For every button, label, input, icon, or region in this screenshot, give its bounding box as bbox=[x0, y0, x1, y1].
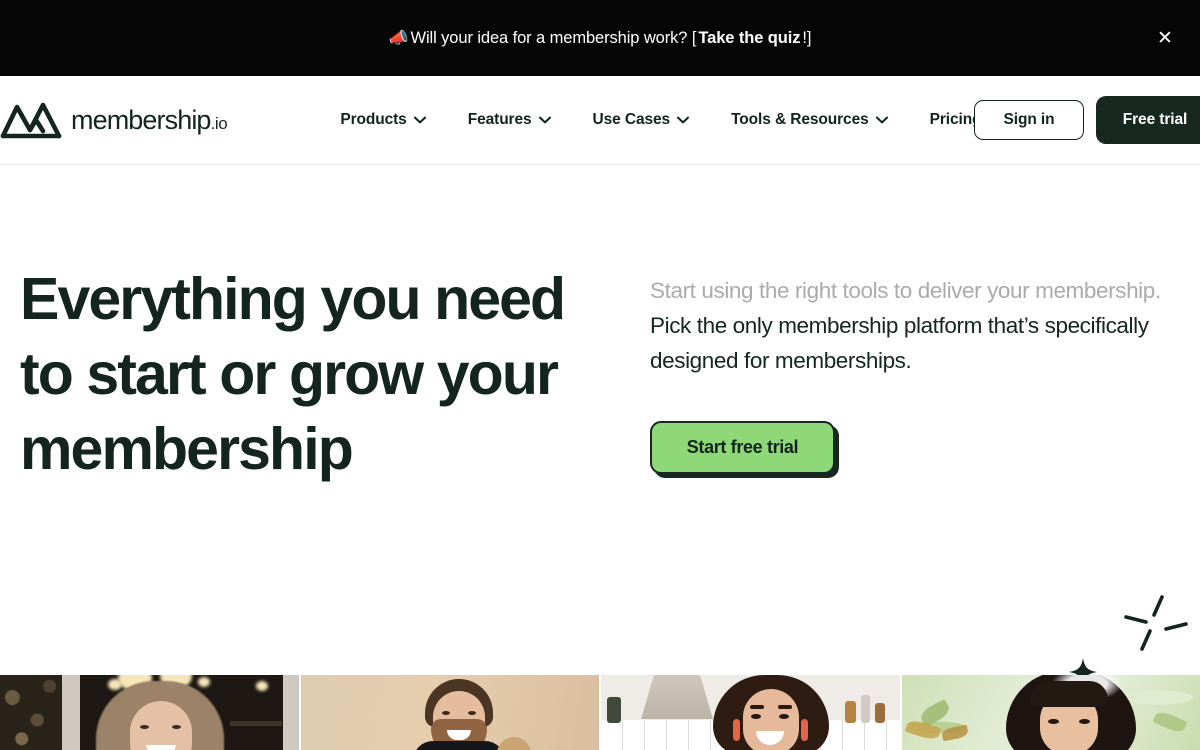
customer-photo-1 bbox=[0, 675, 299, 750]
photo-shelf bbox=[230, 721, 282, 726]
hero-left-column: Everything you need to start or grow you… bbox=[20, 262, 598, 487]
photo-jar bbox=[607, 697, 621, 723]
photo-eyebrow bbox=[750, 705, 764, 709]
photo-smile bbox=[146, 745, 176, 750]
announcement-message-tail: !] bbox=[802, 28, 812, 47]
chevron-down-icon bbox=[413, 116, 426, 124]
hero-subtitle-strong: Pick the only membership platform that’s… bbox=[650, 313, 1149, 373]
photo-eye bbox=[1047, 719, 1059, 724]
sign-in-button[interactable]: Sign in bbox=[974, 100, 1084, 140]
brand-logo-link[interactable]: membership.io bbox=[0, 99, 228, 141]
chevron-down-icon bbox=[538, 116, 551, 124]
photo-doorframe bbox=[62, 675, 80, 750]
hero-section: Everything you need to start or grow you… bbox=[0, 165, 1200, 686]
photo-jar bbox=[861, 695, 870, 723]
photo-eye bbox=[140, 725, 149, 729]
page-title: Everything you need to start or grow you… bbox=[20, 266, 566, 482]
nav-item-products[interactable]: Products bbox=[319, 111, 446, 129]
customer-photo-2 bbox=[300, 675, 599, 750]
photo-earring bbox=[801, 719, 808, 741]
chevron-down-icon bbox=[677, 116, 690, 124]
close-icon[interactable]: ✕ bbox=[1152, 25, 1178, 51]
nav-actions: Sign in Free trial bbox=[974, 96, 1200, 144]
brand-name: membership.io bbox=[71, 104, 228, 135]
photo-eye bbox=[779, 714, 789, 719]
customer-photo-3 bbox=[601, 675, 900, 750]
mountain-logo-icon bbox=[0, 102, 62, 139]
nav-item-label: Products bbox=[340, 111, 407, 128]
hero-right-column: Start using the right tools to deliver y… bbox=[650, 262, 1180, 487]
photo-doorframe bbox=[282, 675, 299, 750]
announcement-text: 📣 Will your idea for a membership work? … bbox=[389, 29, 812, 48]
photo-shirt bbox=[412, 741, 505, 750]
free-trial-button[interactable]: Free trial bbox=[1096, 96, 1200, 144]
brand-name-text: membership bbox=[71, 104, 211, 135]
announcement-banner: 📣 Will your idea for a membership work? … bbox=[0, 0, 1200, 76]
photo-eye bbox=[172, 725, 181, 729]
customer-photo-strip bbox=[0, 675, 1200, 750]
photo-jar bbox=[875, 703, 885, 723]
photo-eye bbox=[1078, 719, 1090, 724]
photo-light bbox=[108, 679, 122, 690]
photo-light bbox=[256, 681, 268, 691]
sparkle-burst-icon bbox=[1124, 595, 1188, 651]
nav-item-use-cases[interactable]: Use Cases bbox=[572, 111, 711, 129]
photo-eye bbox=[441, 711, 450, 715]
main-navigation: membership.io Products Features Use Case… bbox=[0, 76, 1200, 165]
nav-item-label: Tools & Resources bbox=[731, 111, 869, 128]
photo-eye bbox=[751, 714, 761, 719]
hero-subtitle-muted: Start using the right tools to deliver y… bbox=[650, 278, 1161, 303]
announcement-message: Will your idea for a membership work? [ bbox=[410, 28, 697, 47]
nav-item-tools-and-resources[interactable]: Tools & Resources bbox=[710, 111, 909, 129]
nav-item-features[interactable]: Features bbox=[447, 111, 572, 129]
hero-cta-wrapper: Start free trial bbox=[650, 421, 835, 474]
take-the-quiz-link[interactable]: Take the quiz bbox=[698, 29, 800, 48]
nav-item-label: Features bbox=[467, 111, 532, 128]
photo-eyebrow bbox=[778, 705, 792, 709]
photo-light bbox=[198, 677, 210, 687]
photo-earring bbox=[733, 719, 740, 741]
photo-jar bbox=[845, 701, 856, 723]
start-free-trial-button[interactable]: Start free trial bbox=[650, 421, 835, 474]
hero-subtitle: Start using the right tools to deliver y… bbox=[650, 273, 1180, 378]
photo-eye bbox=[467, 711, 476, 715]
brand-tld: .io bbox=[210, 113, 228, 133]
hero-content: Everything you need to start or grow you… bbox=[0, 262, 1200, 487]
nav-item-label: Use Cases bbox=[592, 111, 671, 128]
customer-photo-4 bbox=[901, 675, 1200, 750]
nav-links: Products Features Use Cases Tools & Reso… bbox=[319, 111, 1002, 129]
chevron-down-icon bbox=[875, 116, 888, 124]
megaphone-icon: 📣 bbox=[388, 30, 409, 47]
photo-background bbox=[0, 675, 62, 750]
photo-bangs bbox=[1029, 681, 1108, 707]
